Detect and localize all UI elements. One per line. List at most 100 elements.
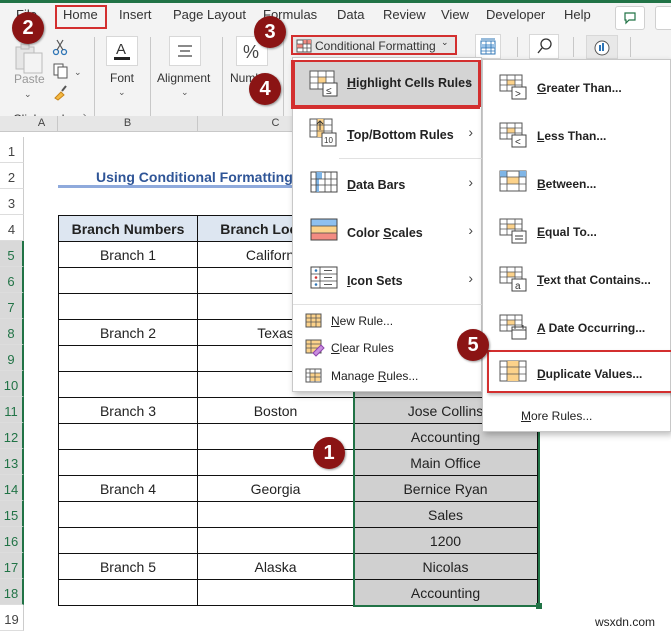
menu-item-less-than[interactable]: < Less Than...	[483, 113, 670, 159]
table-cell[interactable]: Bernice Ryan	[353, 475, 538, 502]
menu-item-label: A Date Occurring...	[537, 321, 646, 335]
alignment-label[interactable]: Alignment	[157, 71, 210, 85]
menu-item-top-bottom-rules[interactable]: 10 Top/Bottom Rules ›	[293, 110, 481, 158]
table-cell[interactable]	[58, 527, 198, 554]
row-header[interactable]: 4	[0, 215, 24, 241]
table-cell[interactable]: Main Office	[353, 449, 538, 476]
share-button[interactable]	[655, 6, 671, 30]
header-branch-numbers[interactable]: Branch Numbers	[58, 215, 198, 242]
comments-button[interactable]	[615, 6, 645, 30]
table-cell[interactable]: Nicolas	[353, 553, 538, 580]
font-chevron-icon[interactable]: ⌄	[118, 87, 126, 98]
tab-review[interactable]: Review	[383, 7, 426, 22]
row-header[interactable]: 2	[0, 163, 24, 189]
row-header[interactable]: 17	[0, 553, 24, 579]
row-header[interactable]: 11	[0, 397, 24, 423]
table-cell[interactable]: Sales	[353, 501, 538, 528]
comment-icon	[624, 12, 636, 25]
table-cell[interactable]: Alaska	[197, 553, 354, 580]
table-cell[interactable]	[58, 501, 198, 528]
row-header[interactable]: 12	[0, 423, 24, 449]
conditional-formatting-button[interactable]: Conditional Formatting ⌄	[291, 35, 457, 55]
format-painter-icon[interactable]	[52, 83, 70, 101]
row-header[interactable]: 5	[0, 241, 24, 267]
row-header[interactable]: 1	[0, 137, 24, 163]
chevron-right-icon: ›	[468, 174, 473, 190]
row-header[interactable]: 9	[0, 345, 24, 371]
copy-chevron-icon[interactable]: ⌄	[74, 67, 82, 78]
menu-item-text-that-contains[interactable]: a Text that Contains...	[483, 257, 670, 303]
column-header-a[interactable]: A	[26, 116, 58, 132]
table-cell[interactable]: Branch 5	[58, 553, 198, 580]
table-cell[interactable]	[58, 371, 198, 398]
table-cell[interactable]	[58, 345, 198, 372]
fill-handle[interactable]	[536, 603, 542, 609]
menu-item-label: Manage Rules...	[331, 369, 419, 383]
table-cell[interactable]: Boston	[197, 397, 354, 424]
table-cell[interactable]	[58, 423, 198, 450]
paste-chevron-icon[interactable]: ⌄	[24, 89, 32, 100]
row-header[interactable]: 19	[0, 605, 24, 631]
duplicate-values-highlight	[487, 350, 671, 393]
row-header[interactable]: 18	[0, 579, 24, 605]
table-cell[interactable]	[58, 579, 198, 606]
tab-help[interactable]: Help	[564, 7, 591, 22]
menu-item-color-scales[interactable]: Color Scales ›	[293, 208, 481, 256]
row-header[interactable]: 7	[0, 293, 24, 319]
menu-item-a-date-occurring[interactable]: A Date Occurring...	[483, 305, 670, 351]
paste-icon[interactable]	[12, 41, 46, 75]
chevron-down-icon: ⌄	[441, 37, 449, 47]
row-header[interactable]: 16	[0, 527, 24, 553]
table-cell[interactable]: Branch 3	[58, 397, 198, 424]
menu-item-new-rule[interactable]: New Rule...	[293, 308, 481, 334]
copy-icon[interactable]	[52, 62, 70, 80]
alignment-button[interactable]	[169, 36, 201, 66]
table-cell[interactable]	[58, 293, 198, 320]
alignment-chevron-icon[interactable]: ⌄	[181, 87, 189, 98]
tab-page-layout[interactable]: Page Layout	[173, 7, 246, 22]
menu-item-equal-to[interactable]: Equal To...	[483, 209, 670, 255]
menu-item-between[interactable]: Between...	[483, 161, 670, 207]
font-label[interactable]: Font	[110, 71, 134, 85]
format-as-table-button[interactable]	[475, 34, 501, 59]
row-header[interactable]: 8	[0, 319, 24, 345]
cut-icon[interactable]	[52, 38, 68, 56]
menu-item-icon-sets[interactable]: Icon Sets ›	[293, 256, 481, 304]
tab-view[interactable]: View	[441, 7, 469, 22]
analyze-data-button[interactable]	[586, 35, 618, 59]
step-badge-5: 5	[457, 329, 489, 361]
table-cell[interactable]: Branch 1	[58, 241, 198, 268]
find-select-button[interactable]	[529, 34, 559, 59]
menu-item-more-rules[interactable]: More Rules...	[483, 400, 670, 430]
sheet-title[interactable]: Using Conditional Formatting	[58, 160, 298, 188]
select-all-corner[interactable]	[0, 116, 26, 132]
table-cell[interactable]	[197, 579, 354, 606]
menu-item-clear-rules[interactable]: Clear Rules	[293, 335, 481, 361]
group-divider	[517, 37, 518, 57]
table-cell[interactable]: Accounting	[353, 579, 538, 606]
row-header[interactable]: 14	[0, 475, 24, 501]
tab-developer[interactable]: Developer	[486, 7, 545, 22]
conditional-formatting-icon	[296, 39, 312, 53]
row-header[interactable]: 15	[0, 501, 24, 527]
font-button[interactable]: A	[106, 36, 138, 66]
menu-item-data-bars[interactable]: Data Bars ›	[293, 160, 481, 208]
menu-item-manage-rules[interactable]: Manage Rules...	[293, 363, 481, 389]
row-header[interactable]: 3	[0, 189, 24, 215]
column-header-b[interactable]: B	[58, 116, 198, 132]
table-cell[interactable]: 1200	[353, 527, 538, 554]
table-cell[interactable]: Branch 2	[58, 319, 198, 346]
tab-data[interactable]: Data	[337, 7, 364, 22]
row-header[interactable]: 10	[0, 371, 24, 397]
row-header[interactable]: 13	[0, 449, 24, 475]
table-cell[interactable]: Georgia	[197, 475, 354, 502]
table-cell[interactable]	[197, 527, 354, 554]
tab-insert[interactable]: Insert	[119, 7, 152, 22]
table-cell[interactable]: Branch 4	[58, 475, 198, 502]
table-cell[interactable]	[197, 501, 354, 528]
paste-label[interactable]: Paste	[14, 72, 45, 86]
table-cell[interactable]	[58, 267, 198, 294]
menu-item-greater-than[interactable]: > Greater Than...	[483, 65, 670, 111]
row-header[interactable]: 6	[0, 267, 24, 293]
table-cell[interactable]	[58, 449, 198, 476]
